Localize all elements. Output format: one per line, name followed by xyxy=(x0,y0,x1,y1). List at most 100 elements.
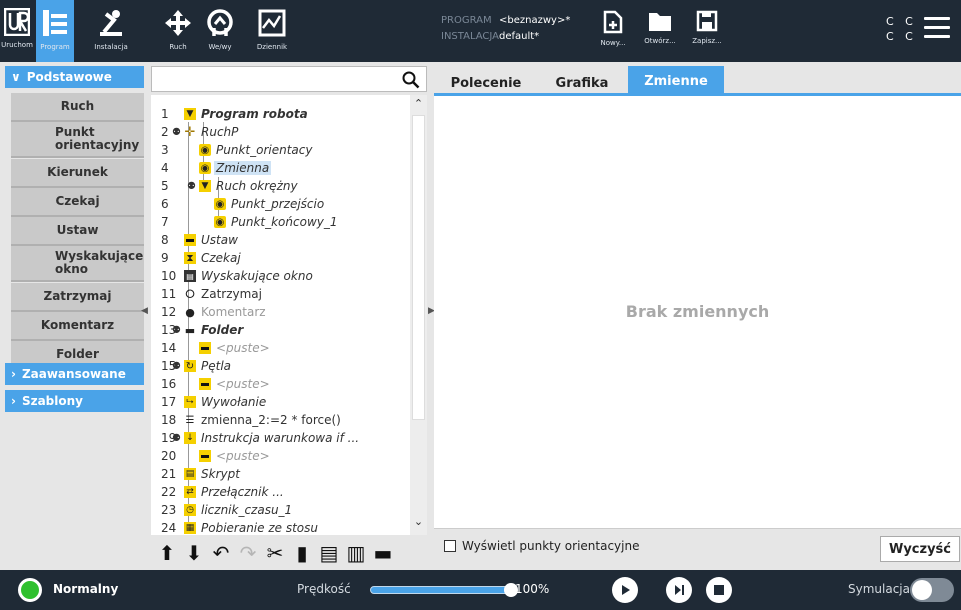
collapse-triangle-icon[interactable]: ▼ xyxy=(184,108,196,120)
tree-row[interactable]: 1 ▼ Program robota xyxy=(151,105,409,123)
program-tab[interactable]: Program xyxy=(36,0,74,62)
search-icon[interactable] xyxy=(402,71,420,89)
line-number: 7 xyxy=(161,215,169,229)
tree-node-label: Ustaw xyxy=(201,233,238,247)
tree-row[interactable]: 11 ⭘ Zatrzymaj xyxy=(151,285,409,303)
step-button[interactable] xyxy=(666,577,692,603)
tab-command[interactable]: Polecenie xyxy=(446,70,526,96)
installation-tab[interactable]: Instalacja xyxy=(76,0,146,62)
log-icon xyxy=(258,9,286,37)
tree-row[interactable]: 6 ◉ Punkt_przejścio xyxy=(151,195,409,213)
checkbox-box[interactable] xyxy=(444,540,456,552)
comment-icon: ● xyxy=(185,305,195,319)
tree-row[interactable]: 23 ◷ licznik_czasu_1 xyxy=(151,501,409,519)
io-tab[interactable]: We/wy xyxy=(200,0,240,62)
sidebar-item-popup[interactable]: Wyskakujące okno xyxy=(11,246,144,282)
move-tab[interactable]: Ruch xyxy=(158,0,198,62)
tree-row[interactable]: 8 Ustaw xyxy=(151,231,409,249)
move-down-icon[interactable]: ⬇ xyxy=(182,541,206,565)
new-button[interactable]: Nowy... xyxy=(593,10,633,47)
tree-scrollbar[interactable]: ⌃ ⌄ xyxy=(410,95,427,535)
play-button[interactable] xyxy=(612,577,638,603)
open-button[interactable]: Otwórz... xyxy=(640,10,680,45)
scroll-up-icon[interactable]: ⌃ xyxy=(410,97,427,110)
tree-row[interactable]: 12 ● Komentarz xyxy=(151,303,409,321)
tree-row[interactable]: 10 ▤ Wyskakujące okno xyxy=(151,267,409,285)
move-up-icon[interactable]: ⬆ xyxy=(155,541,179,565)
collapse-left-handle[interactable]: ◀ xyxy=(141,306,148,316)
sidebar-item-direction[interactable]: Kierunek xyxy=(11,159,144,188)
speed-value: 100% xyxy=(515,582,550,596)
save-button[interactable]: Zapisz... xyxy=(687,10,727,45)
line-number: 8 xyxy=(161,233,169,247)
tree-node-label: Pętla xyxy=(201,359,232,373)
tree-row[interactable]: 17 ⮡ Wywołanie xyxy=(151,393,409,411)
scrollbar-thumb[interactable] xyxy=(412,115,425,420)
tree-node-label: Instrukcja warunkowa if ... xyxy=(201,431,360,445)
tree-row[interactable]: 5 ⚉ ▼ Ruch okrężny xyxy=(151,177,409,195)
scroll-down-icon[interactable]: ⌄ xyxy=(410,515,427,528)
suppress-icon[interactable]: ▬ xyxy=(371,541,395,565)
collapse-triangle-icon[interactable]: ▼ xyxy=(199,180,211,192)
tree-row[interactable]: 20 <puste> xyxy=(151,447,409,465)
tree-row[interactable]: 16 <puste> xyxy=(151,375,409,393)
robot-status-indicator[interactable] xyxy=(18,578,42,602)
category-advanced[interactable]: › Zaawansowane xyxy=(5,363,144,385)
move-cross-icon: ✛ xyxy=(184,124,196,140)
tree-row[interactable]: 21 ▤ Skrypt xyxy=(151,465,409,483)
program-tree[interactable]: 1 ▼ Program robota 2 ⚉ ✛ RuchP 3 ◉ Punkt… xyxy=(151,95,427,535)
tree-node-label: Punkt_przejścio xyxy=(231,197,325,211)
tab-variables[interactable]: Zmienne xyxy=(628,66,724,96)
tree-row[interactable]: 18 ☰ zmienna_2:=2 * force() xyxy=(151,411,409,429)
sidebar-item-set[interactable]: Ustaw xyxy=(11,217,144,246)
pin-icon[interactable]: ⚉ xyxy=(186,181,197,192)
run-tab-label: Uruchom xyxy=(1,41,33,49)
tree-row[interactable]: 19 ⚉ ↓ Instrukcja warunkowa if ... xyxy=(151,429,409,447)
pin-icon[interactable]: ⚉ xyxy=(171,361,182,372)
sidebar-item-comment[interactable]: Komentarz xyxy=(11,312,144,341)
tree-row[interactable]: 22 ⇄ Przełącznik ... xyxy=(151,483,409,501)
tree-row-selected[interactable]: 4 ◉ Zmienna xyxy=(151,159,409,177)
stop-button[interactable] xyxy=(706,577,732,603)
sidebar-item-label: Zatrzymaj xyxy=(43,289,112,303)
show-waypoints-checkbox[interactable]: Wyświetl punkty orientacyjne xyxy=(444,539,639,553)
tree-row[interactable]: 3 ◉ Punkt_orientacy xyxy=(151,141,409,159)
tree-row[interactable]: 24 ▦ Pobieranie ze stosu xyxy=(151,519,409,535)
tree-row[interactable]: 7 ◉ Punkt_końcowy_1 xyxy=(151,213,409,231)
tree-row[interactable]: 2 ⚉ ✛ RuchP xyxy=(151,123,409,141)
simulation-toggle[interactable] xyxy=(910,578,954,602)
paste-icon[interactable]: ▤ xyxy=(317,541,341,565)
sidebar-item-halt[interactable]: Zatrzymaj xyxy=(11,283,144,312)
pin-icon[interactable]: ⚉ xyxy=(171,127,182,138)
redo-icon[interactable]: ↷ xyxy=(236,541,260,565)
speed-slider[interactable] xyxy=(370,583,518,597)
play-icon xyxy=(622,585,630,595)
cut-icon[interactable]: ✂ xyxy=(263,541,287,565)
clear-button[interactable]: Wyczyść xyxy=(880,536,960,562)
toggle-knob[interactable] xyxy=(912,580,932,600)
copy-icon[interactable]: ▮ xyxy=(290,541,314,565)
hamburger-menu-icon[interactable] xyxy=(924,17,950,39)
sidebar-item-waypoint[interactable]: Punkt orientacyjny xyxy=(11,122,144,158)
undo-icon[interactable]: ↶ xyxy=(209,541,233,565)
line-number: 5 xyxy=(161,179,169,193)
run-tab[interactable]: Uruchom xyxy=(0,0,34,62)
log-tab[interactable]: Dziennik xyxy=(250,0,294,62)
folder-icon xyxy=(649,13,671,31)
category-templates[interactable]: › Szablony xyxy=(5,390,144,412)
tab-graphics[interactable]: Grafika xyxy=(544,70,620,96)
line-number: 14 xyxy=(161,341,177,355)
sidebar-item-wait[interactable]: Czekaj xyxy=(11,188,144,217)
search-field[interactable] xyxy=(151,66,427,92)
tree-row[interactable]: 9 ⧗ Czekaj xyxy=(151,249,409,267)
sidebar-item-move[interactable]: Ruch xyxy=(11,93,144,122)
pin-icon[interactable]: ⚉ xyxy=(171,325,182,336)
delete-icon[interactable]: ▥ xyxy=(344,541,368,565)
category-basic[interactable]: ∨ Podstawowe xyxy=(5,66,144,88)
tree-row[interactable]: 15 ⚉ ↻ Pętla xyxy=(151,357,409,375)
tree-row[interactable]: 13 ⚉ ▬ Folder xyxy=(151,321,409,339)
installation-name: default* xyxy=(499,31,540,42)
top-bar: Uruchom Program Instalacja Ruch We/wy Dz… xyxy=(0,0,961,62)
tree-row[interactable]: 14 <puste> xyxy=(151,339,409,357)
pin-icon[interactable]: ⚉ xyxy=(171,433,182,444)
